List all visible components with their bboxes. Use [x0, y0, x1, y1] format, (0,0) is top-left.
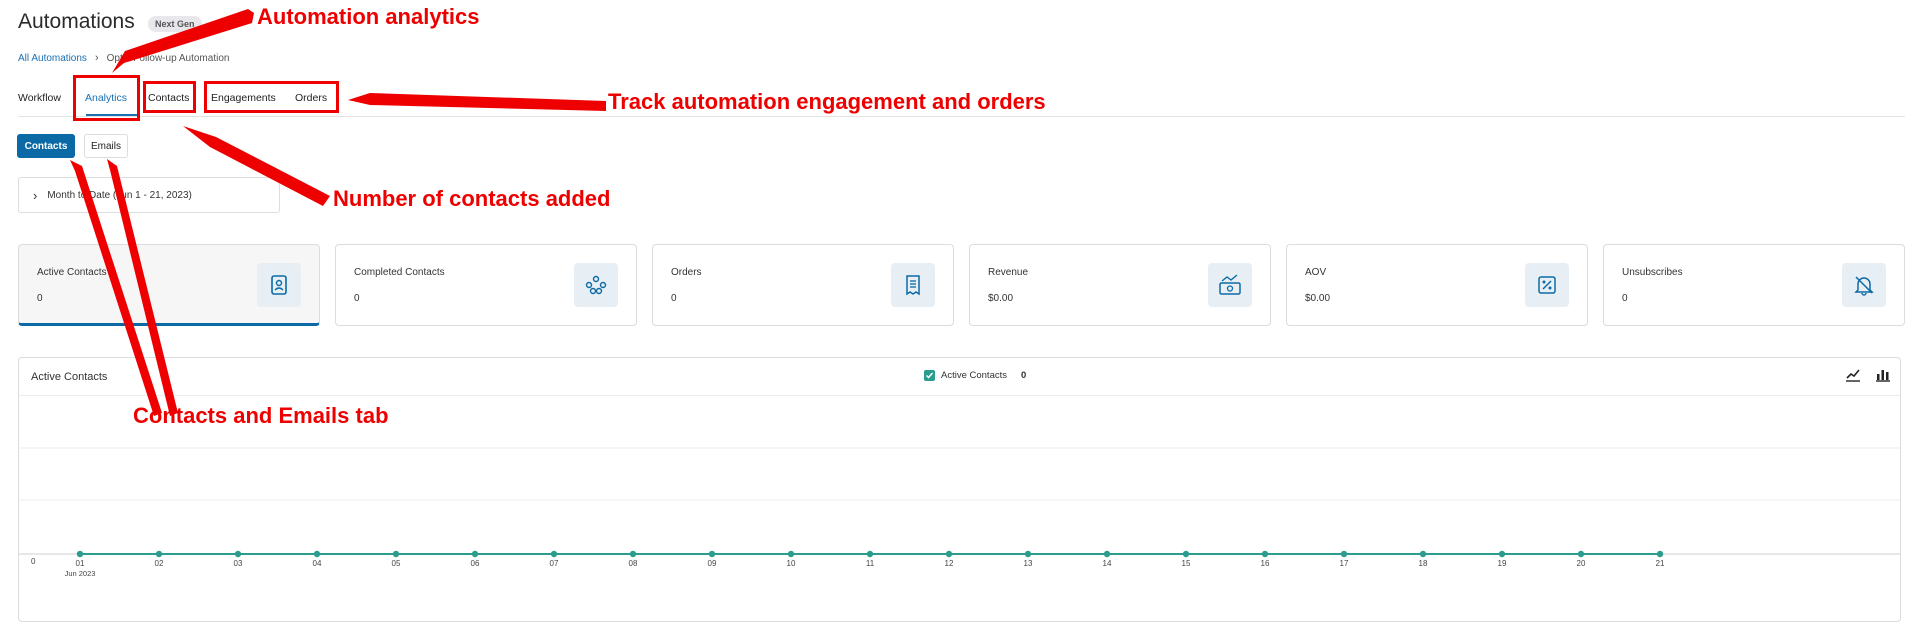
arrow-contacts-added — [183, 126, 330, 206]
annotation-arrows — [70, 9, 606, 416]
arrow-track — [348, 93, 606, 111]
arrow-analytics — [112, 9, 254, 73]
arrow-contacts-tab — [70, 160, 162, 416]
